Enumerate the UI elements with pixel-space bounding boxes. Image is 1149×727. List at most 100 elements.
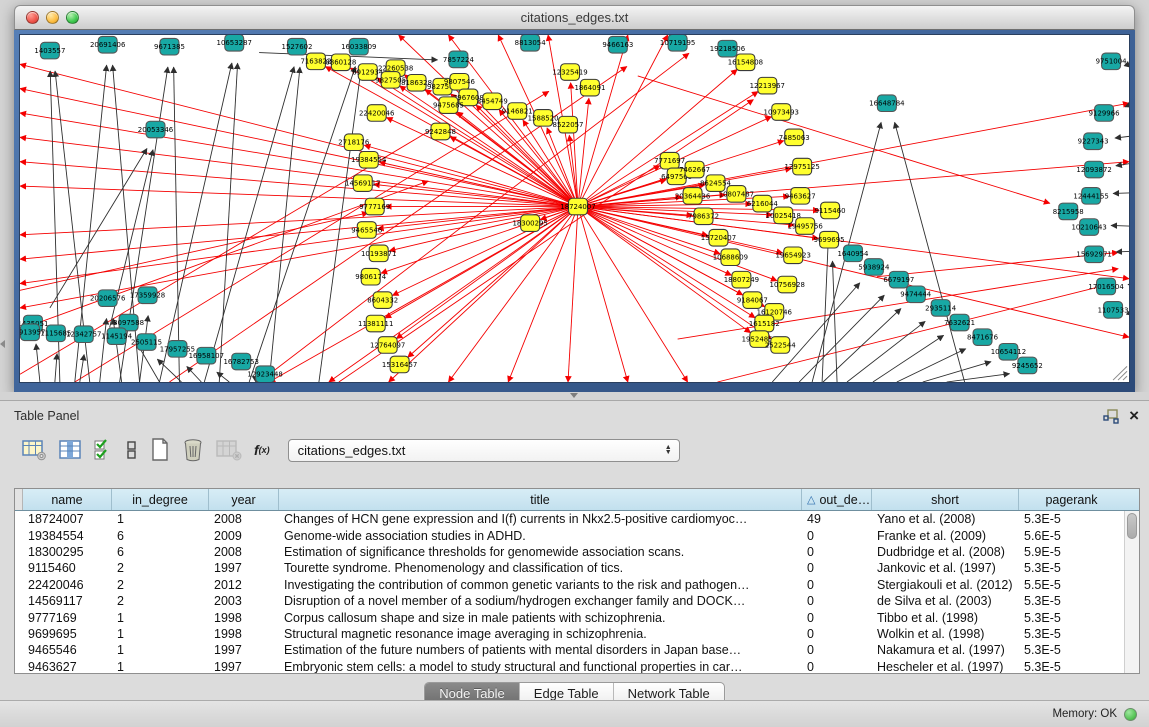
table-cell[interactable]: 2003 xyxy=(209,594,279,608)
graph-node[interactable]: 1640954 xyxy=(838,245,869,262)
table-cell[interactable]: 1997 xyxy=(209,561,279,575)
table-cell[interactable]: Estimation of significance thresholds fo… xyxy=(279,545,802,559)
column-header-short[interactable]: short xyxy=(872,489,1019,510)
graph-node[interactable]: 12975125 xyxy=(784,158,819,175)
table-cell[interactable]: 0 xyxy=(802,561,872,575)
table-cell[interactable]: 2 xyxy=(112,594,209,608)
table-cell[interactable]: 9777169 xyxy=(23,611,112,625)
graph-node[interactable]: 17359928 xyxy=(130,287,165,304)
graph-node[interactable]: 9699695 xyxy=(814,231,845,248)
table-cell[interactable]: 0 xyxy=(802,578,872,592)
table-cell[interactable]: 9115460 xyxy=(23,561,112,575)
splitter-collapse-icon[interactable] xyxy=(570,393,578,398)
citation-graph[interactable]: 7163822886012889129342226053898275058186… xyxy=(20,35,1129,382)
table-cell[interactable]: 5.3E-5 xyxy=(1019,660,1124,673)
edit-columns-icon[interactable] xyxy=(94,439,114,461)
table-select-dropdown[interactable]: citations_edges.txt ▲▼ xyxy=(288,439,680,462)
table-row[interactable]: 1456911722003Disruption of a novel membe… xyxy=(15,593,1139,609)
graph-node[interactable]: 10193871 xyxy=(361,245,396,262)
table-row[interactable]: 946362711997Embryonic stem cells: a mode… xyxy=(15,659,1139,673)
table-cell[interactable]: 2 xyxy=(112,578,209,592)
table-cell[interactable]: 22420046 xyxy=(23,578,112,592)
graph-node[interactable]: 10688609 xyxy=(713,249,748,266)
table-cell[interactable]: Tibbo et al. (1998) xyxy=(872,611,1019,625)
table-cell[interactable]: Genome-wide association studies in ADHD. xyxy=(279,529,802,543)
graph-node[interactable]: 5938924 xyxy=(858,259,889,276)
table-mode-icon[interactable] xyxy=(22,439,47,461)
table-cell[interactable]: 9465546 xyxy=(23,643,112,657)
graph-node[interactable]: 9466163 xyxy=(602,36,633,53)
graph-node[interactable]: 17016504 xyxy=(1088,278,1123,295)
graph-node[interactable]: 1403557 xyxy=(34,42,65,59)
table-cell[interactable]: 5.3E-5 xyxy=(1019,643,1124,657)
function-builder-icon[interactable]: f(x) xyxy=(254,442,270,458)
table-scrollbar-thumb[interactable] xyxy=(1127,513,1137,539)
table-cell[interactable]: 5.3E-5 xyxy=(1019,594,1124,608)
table-cell[interactable]: Yano et al. (2008) xyxy=(872,512,1019,526)
table-cell[interactable]: 6 xyxy=(112,545,209,559)
graph-node[interactable]: 10756928 xyxy=(770,276,805,293)
graph-node[interactable]: 9227343 xyxy=(1078,133,1109,150)
graph-node[interactable]: 8471676 xyxy=(967,329,998,346)
left-panel-handle-icon[interactable] xyxy=(0,340,5,348)
table-cell[interactable]: 19384554 xyxy=(23,529,112,543)
graph-node[interactable]: 8624554 xyxy=(700,175,731,192)
graph-node[interactable]: 16782753 xyxy=(224,353,259,370)
table-cell[interactable]: Wolkin et al. (1998) xyxy=(872,627,1019,641)
table-cell[interactable]: Estimation of the future numbers of pati… xyxy=(279,643,802,657)
graph-node[interactable]: 20691406 xyxy=(90,36,125,53)
graph-node[interactable]: 20206576 xyxy=(90,290,125,307)
table-cell[interactable]: 5.5E-5 xyxy=(1019,578,1124,592)
graph-node[interactable]: 12213967 xyxy=(750,77,785,94)
memory-ok-indicator[interactable] xyxy=(1124,708,1137,721)
table-row[interactable]: 911546021997Tourette syndrome. Phenomeno… xyxy=(15,560,1139,576)
row-height-icon[interactable] xyxy=(126,439,138,461)
table-row[interactable]: 977716911998Corpus callosum shape and si… xyxy=(15,609,1139,625)
graph-node[interactable]: 7485063 xyxy=(779,129,810,146)
graph-node[interactable]: 20053346 xyxy=(138,121,173,138)
graph-node[interactable]: 2935114 xyxy=(925,300,956,317)
horizontal-splitter[interactable] xyxy=(0,392,1149,400)
table-cell[interactable]: 5.3E-5 xyxy=(1019,561,1124,575)
table-cell[interactable]: 14569117 xyxy=(23,594,112,608)
graph-node[interactable]: 9474444 xyxy=(900,286,931,303)
column-header-year[interactable]: year xyxy=(209,489,279,510)
graph-node[interactable]: 9806174 xyxy=(355,268,386,285)
table-cell[interactable]: 5.3E-5 xyxy=(1019,611,1124,625)
canvas-resize-grip[interactable] xyxy=(1113,366,1127,380)
table-cell[interactable]: 1 xyxy=(112,643,209,657)
graph-node[interactable]: 19384554 xyxy=(351,151,386,168)
graph-node[interactable]: 15720407 xyxy=(701,229,736,246)
table-cell[interactable]: 18300295 xyxy=(23,545,112,559)
graph-node[interactable]: 14569117 xyxy=(345,175,380,192)
graph-node[interactable]: 1864091 xyxy=(574,79,605,96)
graph-node[interactable]: 8215958 xyxy=(1053,203,1084,220)
table-row[interactable]: 969969511998Structural magnetic resonanc… xyxy=(15,626,1139,642)
table-cell[interactable]: 5.3E-5 xyxy=(1019,512,1124,526)
table-cell[interactable]: 0 xyxy=(802,529,872,543)
graph-node[interactable]: 11381111 xyxy=(358,315,393,332)
graph-node[interactable]: 12325419 xyxy=(552,64,587,81)
close-panel-icon[interactable]: × xyxy=(1129,409,1139,423)
graph-node[interactable]: 7857224 xyxy=(443,51,474,68)
graph-node[interactable]: 9463627 xyxy=(785,188,816,205)
table-cell[interactable]: Tourette syndrome. Phenomenology and cla… xyxy=(279,561,802,575)
table-cell[interactable]: 5.9E-5 xyxy=(1019,545,1124,559)
table-cell[interactable]: 5.6E-5 xyxy=(1019,529,1124,543)
graph-node[interactable]: 16648784 xyxy=(869,95,904,112)
graph-node[interactable]: 9751004 xyxy=(1096,53,1127,70)
graph-node[interactable]: 19654923 xyxy=(776,247,811,264)
graph-node[interactable]: 9465546 xyxy=(351,222,382,239)
table-cell[interactable]: Hescheler et al. (1997) xyxy=(872,660,1019,673)
column-header-title[interactable]: title xyxy=(279,489,802,510)
table-cell[interactable]: Dudbridge et al. (2008) xyxy=(872,545,1019,559)
column-header-pagerank[interactable]: pagerank xyxy=(1019,489,1124,510)
graph-node[interactable]: 2718176 xyxy=(338,134,369,151)
table-row[interactable]: 1830029562008Estimation of significance … xyxy=(15,544,1139,560)
table-cell[interactable]: 2008 xyxy=(209,512,279,526)
graph-node[interactable]: 15692971 xyxy=(1076,246,1111,263)
show-columns-icon[interactable] xyxy=(59,439,82,461)
create-column-icon[interactable] xyxy=(150,438,170,462)
table-cell[interactable]: Corpus callosum shape and size in male p… xyxy=(279,611,802,625)
table-cell[interactable]: 9463627 xyxy=(23,660,112,673)
